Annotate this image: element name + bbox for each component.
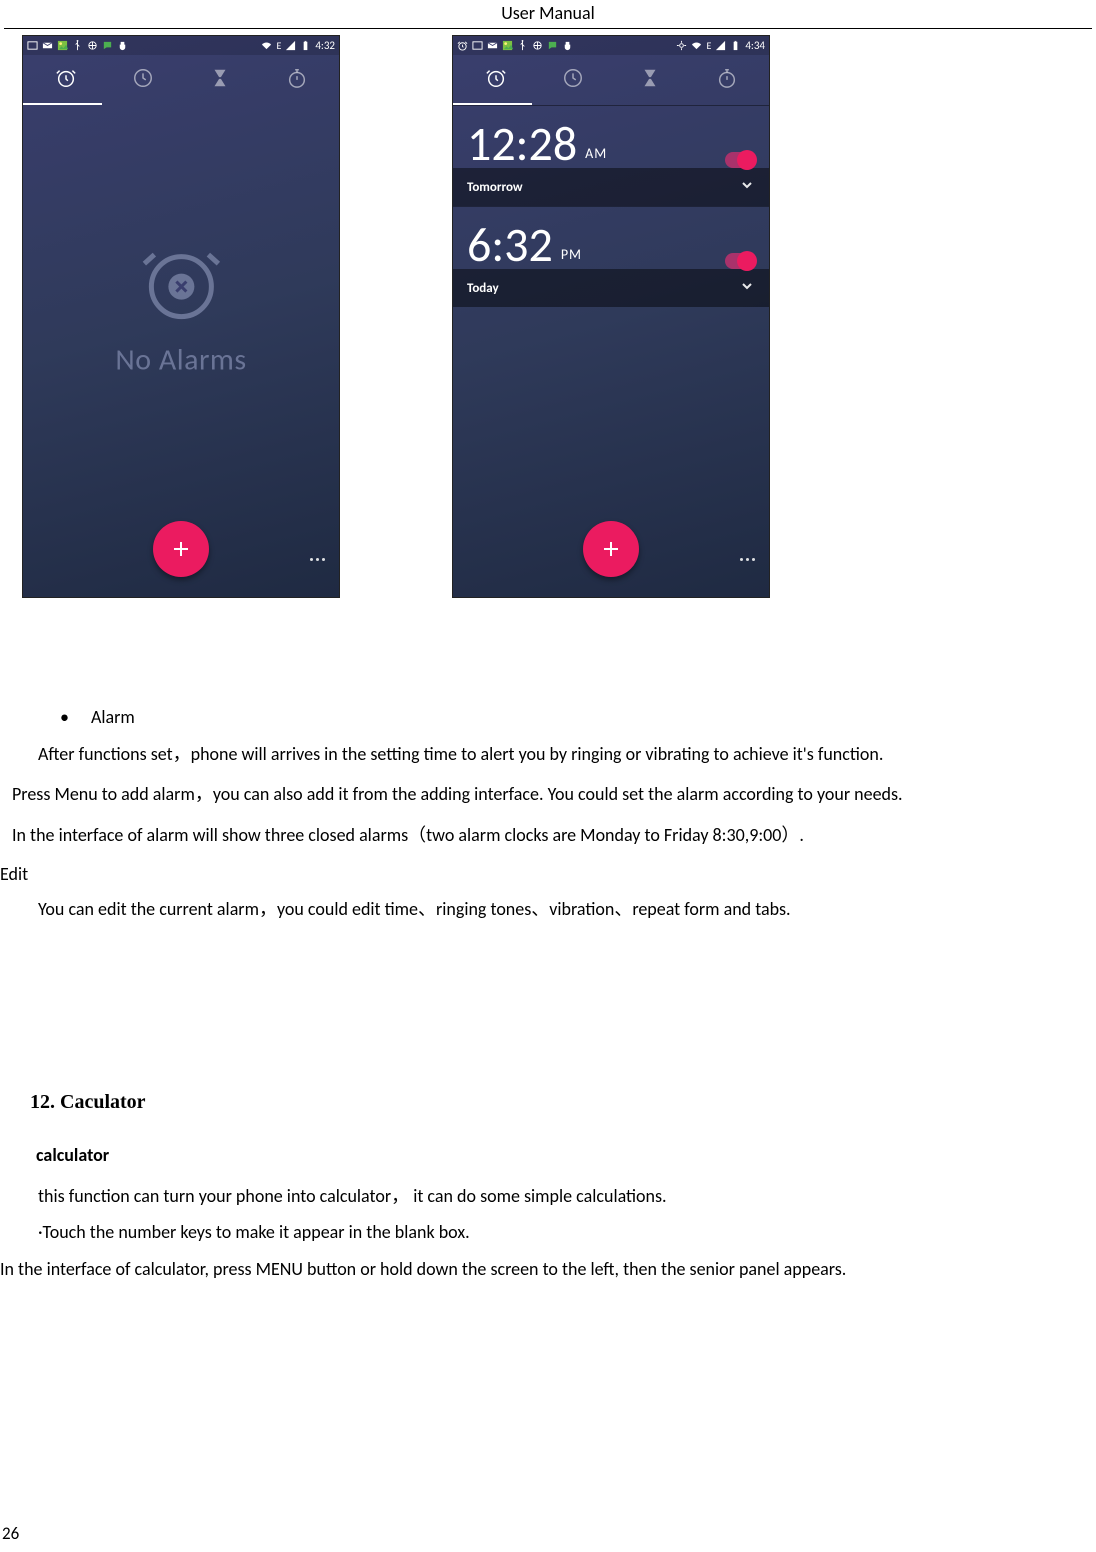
header-rule: [4, 28, 1092, 29]
signal-icon: [715, 40, 726, 51]
timer-tab-icon[interactable]: [209, 67, 231, 94]
signal-icon: [285, 40, 296, 51]
tab-bar: [453, 55, 769, 105]
location-icon: [676, 40, 687, 51]
wifi-icon: [691, 40, 702, 51]
edit-heading: Edit: [0, 863, 1096, 885]
status-time: 4:34: [745, 39, 765, 52]
gallery-icon: [502, 40, 513, 51]
alarm-ampm: AM: [585, 147, 607, 168]
paragraph: In the interface of alarm will show thre…: [0, 823, 1096, 847]
screen-icon: [27, 40, 38, 51]
plug-icon: [117, 40, 128, 51]
mail-icon: [487, 40, 498, 51]
status-right-icons: E 4:32: [261, 39, 335, 52]
alarm-time: 12:28: [467, 120, 577, 168]
alarm-set-icon: [457, 40, 468, 51]
sms-icon: [102, 40, 113, 51]
clock-tab-icon[interactable]: [562, 67, 584, 94]
wifi-icon: [261, 40, 272, 51]
tab-bar: [23, 55, 339, 105]
page-header: User Manual: [0, 0, 1096, 28]
status-left-icons: [457, 40, 573, 51]
usb-icon: [72, 40, 83, 51]
paragraph: In the interface of calculator, press ME…: [0, 1257, 1096, 1281]
expand-icon[interactable]: [739, 177, 755, 197]
status-bar: E 4:32: [23, 36, 339, 55]
alarm-row[interactable]: 6:32 PM Today: [453, 206, 769, 307]
paragraph: this function can turn your phone into c…: [38, 1184, 1092, 1208]
add-alarm-button[interactable]: [153, 521, 209, 577]
document-body: Alarm After functions set，phone will arr…: [0, 706, 1096, 1281]
alarm-day: Tomorrow: [467, 180, 523, 195]
section-12-heading: 12. Caculator: [30, 1091, 1096, 1114]
overflow-menu-button[interactable]: [740, 558, 755, 561]
stopwatch-tab-icon[interactable]: [716, 67, 738, 94]
tab-underline: [23, 103, 102, 105]
debug-icon: [87, 40, 98, 51]
calculator-subhead: calculator: [36, 1144, 1096, 1166]
alarm-ampm: PM: [561, 248, 582, 269]
status-right-icons: E 4:34: [676, 39, 765, 52]
tab-underline: [453, 103, 532, 105]
page-number: 26: [2, 1523, 19, 1544]
screen-icon: [472, 40, 483, 51]
alarm-toggle[interactable]: [725, 152, 755, 168]
timer-tab-icon[interactable]: [639, 67, 661, 94]
battery-icon: [730, 40, 741, 51]
debug-icon: [532, 40, 543, 51]
battery-icon: [300, 40, 311, 51]
add-alarm-button[interactable]: [583, 521, 639, 577]
paragraph: ·Touch the number keys to make it appear…: [38, 1220, 1092, 1244]
plus-icon: [169, 537, 193, 561]
alarm-tab-icon[interactable]: [55, 67, 77, 94]
overflow-menu-button[interactable]: [310, 558, 325, 561]
status-time: 4:32: [315, 39, 335, 52]
no-alarms-placeholder: No Alarms: [115, 238, 246, 378]
no-alarm-icon: [115, 238, 246, 333]
plus-icon: [599, 537, 623, 561]
screenshot-row: E 4:32 No Alarms: [22, 35, 1096, 598]
alarm-time: 6:32: [467, 221, 553, 269]
bullet-alarm: Alarm: [0, 706, 1096, 728]
gallery-icon: [57, 40, 68, 51]
plug-icon: [562, 40, 573, 51]
phone-screenshot-alarm-list: E 4:34 12:28 AM Tomorrow: [452, 35, 770, 598]
status-bar: E 4:34: [453, 36, 769, 55]
clock-tab-icon[interactable]: [132, 67, 154, 94]
paragraph: You can edit the current alarm，you could…: [38, 897, 1092, 921]
paragraph: Press Menu to add alarm，you can also add…: [0, 782, 1096, 806]
mail-icon: [42, 40, 53, 51]
alarm-toggle[interactable]: [725, 253, 755, 269]
no-alarms-label: No Alarms: [115, 341, 246, 378]
phone-screenshot-no-alarms: E 4:32 No Alarms: [22, 35, 340, 598]
alarm-row[interactable]: 12:28 AM Tomorrow: [453, 105, 769, 206]
sms-icon: [547, 40, 558, 51]
usb-icon: [517, 40, 528, 51]
paragraph: After functions set，phone will arrives i…: [38, 742, 1092, 766]
network-type: E: [706, 39, 711, 52]
alarm-day: Today: [467, 281, 499, 296]
alarm-tab-icon[interactable]: [485, 67, 507, 94]
stopwatch-tab-icon[interactable]: [286, 67, 308, 94]
status-left-icons: [27, 40, 128, 51]
expand-icon[interactable]: [739, 278, 755, 298]
network-type: E: [276, 39, 281, 52]
